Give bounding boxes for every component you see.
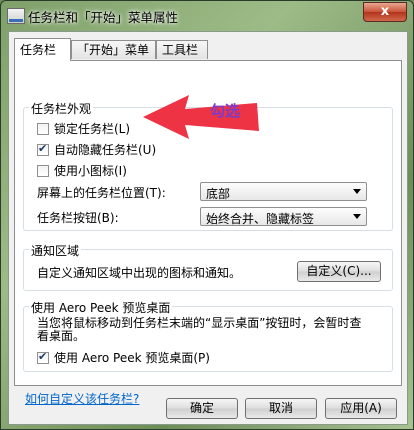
autohide-taskbar-label: 自动隐藏任务栏(U) xyxy=(54,143,157,157)
ok-button[interactable]: 确定 xyxy=(166,398,238,419)
taskbar-location-label: 屏幕上的任务栏位置(T): xyxy=(37,186,166,200)
notification-description: 自定义通知区域中出现的图标和通知。 xyxy=(37,266,242,280)
taskbar-location-value: 底部 xyxy=(206,187,231,201)
appearance-group-title: 任务栏外观 xyxy=(29,100,94,117)
tab-panel-taskbar: 任务栏外观 锁定任务栏(L) 自动隐藏任务栏(U) 使用小图标(I) 屏幕上的任… xyxy=(14,60,402,406)
aero-peek-label: 使用 Aero Peek 预览桌面(P) xyxy=(54,351,210,365)
small-icons-label: 使用小图标(I) xyxy=(54,164,127,178)
tab-taskbar[interactable]: 任务栏 xyxy=(14,38,71,61)
taskbar-buttons-label: 任务栏按钮(B): xyxy=(37,211,119,225)
taskbar-buttons-select[interactable]: 始终合并、隐藏标签 xyxy=(200,207,367,226)
dialog-client: 任务栏 「开始」菜单 工具栏 任务栏外观 锁定任务栏(L) 自动隐藏任务栏(U)… xyxy=(8,31,408,425)
lock-taskbar-checkbox[interactable]: 锁定任务栏(L) xyxy=(37,120,130,137)
taskbar-buttons-value: 始终合并、隐藏标签 xyxy=(206,212,315,226)
dialog-window: 任务栏和「开始」菜单属性 x 任务栏 「开始」菜单 工具栏 任务栏外观 锁定任务… xyxy=(0,0,414,430)
chevron-down-icon xyxy=(353,214,361,219)
apply-button[interactable]: 应用(A) xyxy=(325,398,397,419)
help-link[interactable]: 如何自定义该任务栏? xyxy=(25,390,139,407)
aero-peek-checkbox[interactable]: 使用 Aero Peek 预览桌面(P) xyxy=(37,349,210,366)
chevron-down-icon xyxy=(353,189,361,194)
lock-taskbar-label: 锁定任务栏(L) xyxy=(54,122,131,136)
annotation-text: 勾选 xyxy=(210,102,241,120)
cancel-button[interactable]: 取消 xyxy=(245,398,317,419)
taskbar-location-select[interactable]: 底部 xyxy=(200,182,367,201)
tab-start-menu[interactable]: 「开始」菜单 xyxy=(71,40,156,59)
aero-peek-description: 当您将鼠标移动到任务栏末端的“显示桌面”按钮时，会暂时查看桌面。 xyxy=(37,316,362,343)
notification-group-title: 通知区域 xyxy=(29,242,82,259)
small-icons-checkbox[interactable]: 使用小图标(I) xyxy=(37,162,127,179)
autohide-taskbar-checkbox-box[interactable] xyxy=(37,142,49,156)
autohide-taskbar-checkbox[interactable]: 自动隐藏任务栏(U) xyxy=(37,141,156,158)
close-button[interactable]: x xyxy=(363,2,407,22)
aero-peek-checkbox-box[interactable] xyxy=(37,350,49,364)
aero-peek-group-title: 使用 Aero Peek 预览桌面 xyxy=(29,299,173,316)
small-icons-checkbox-box[interactable] xyxy=(37,164,49,177)
lock-taskbar-checkbox-box[interactable] xyxy=(37,122,49,135)
title-bar[interactable]: 任务栏和「开始」菜单属性 x xyxy=(1,1,413,31)
taskbar-app-icon xyxy=(7,8,25,24)
window-title: 任务栏和「开始」菜单属性 xyxy=(28,10,179,25)
tab-toolbars[interactable]: 工具栏 xyxy=(156,40,208,59)
customize-button[interactable]: 自定义(C)... xyxy=(297,261,381,282)
